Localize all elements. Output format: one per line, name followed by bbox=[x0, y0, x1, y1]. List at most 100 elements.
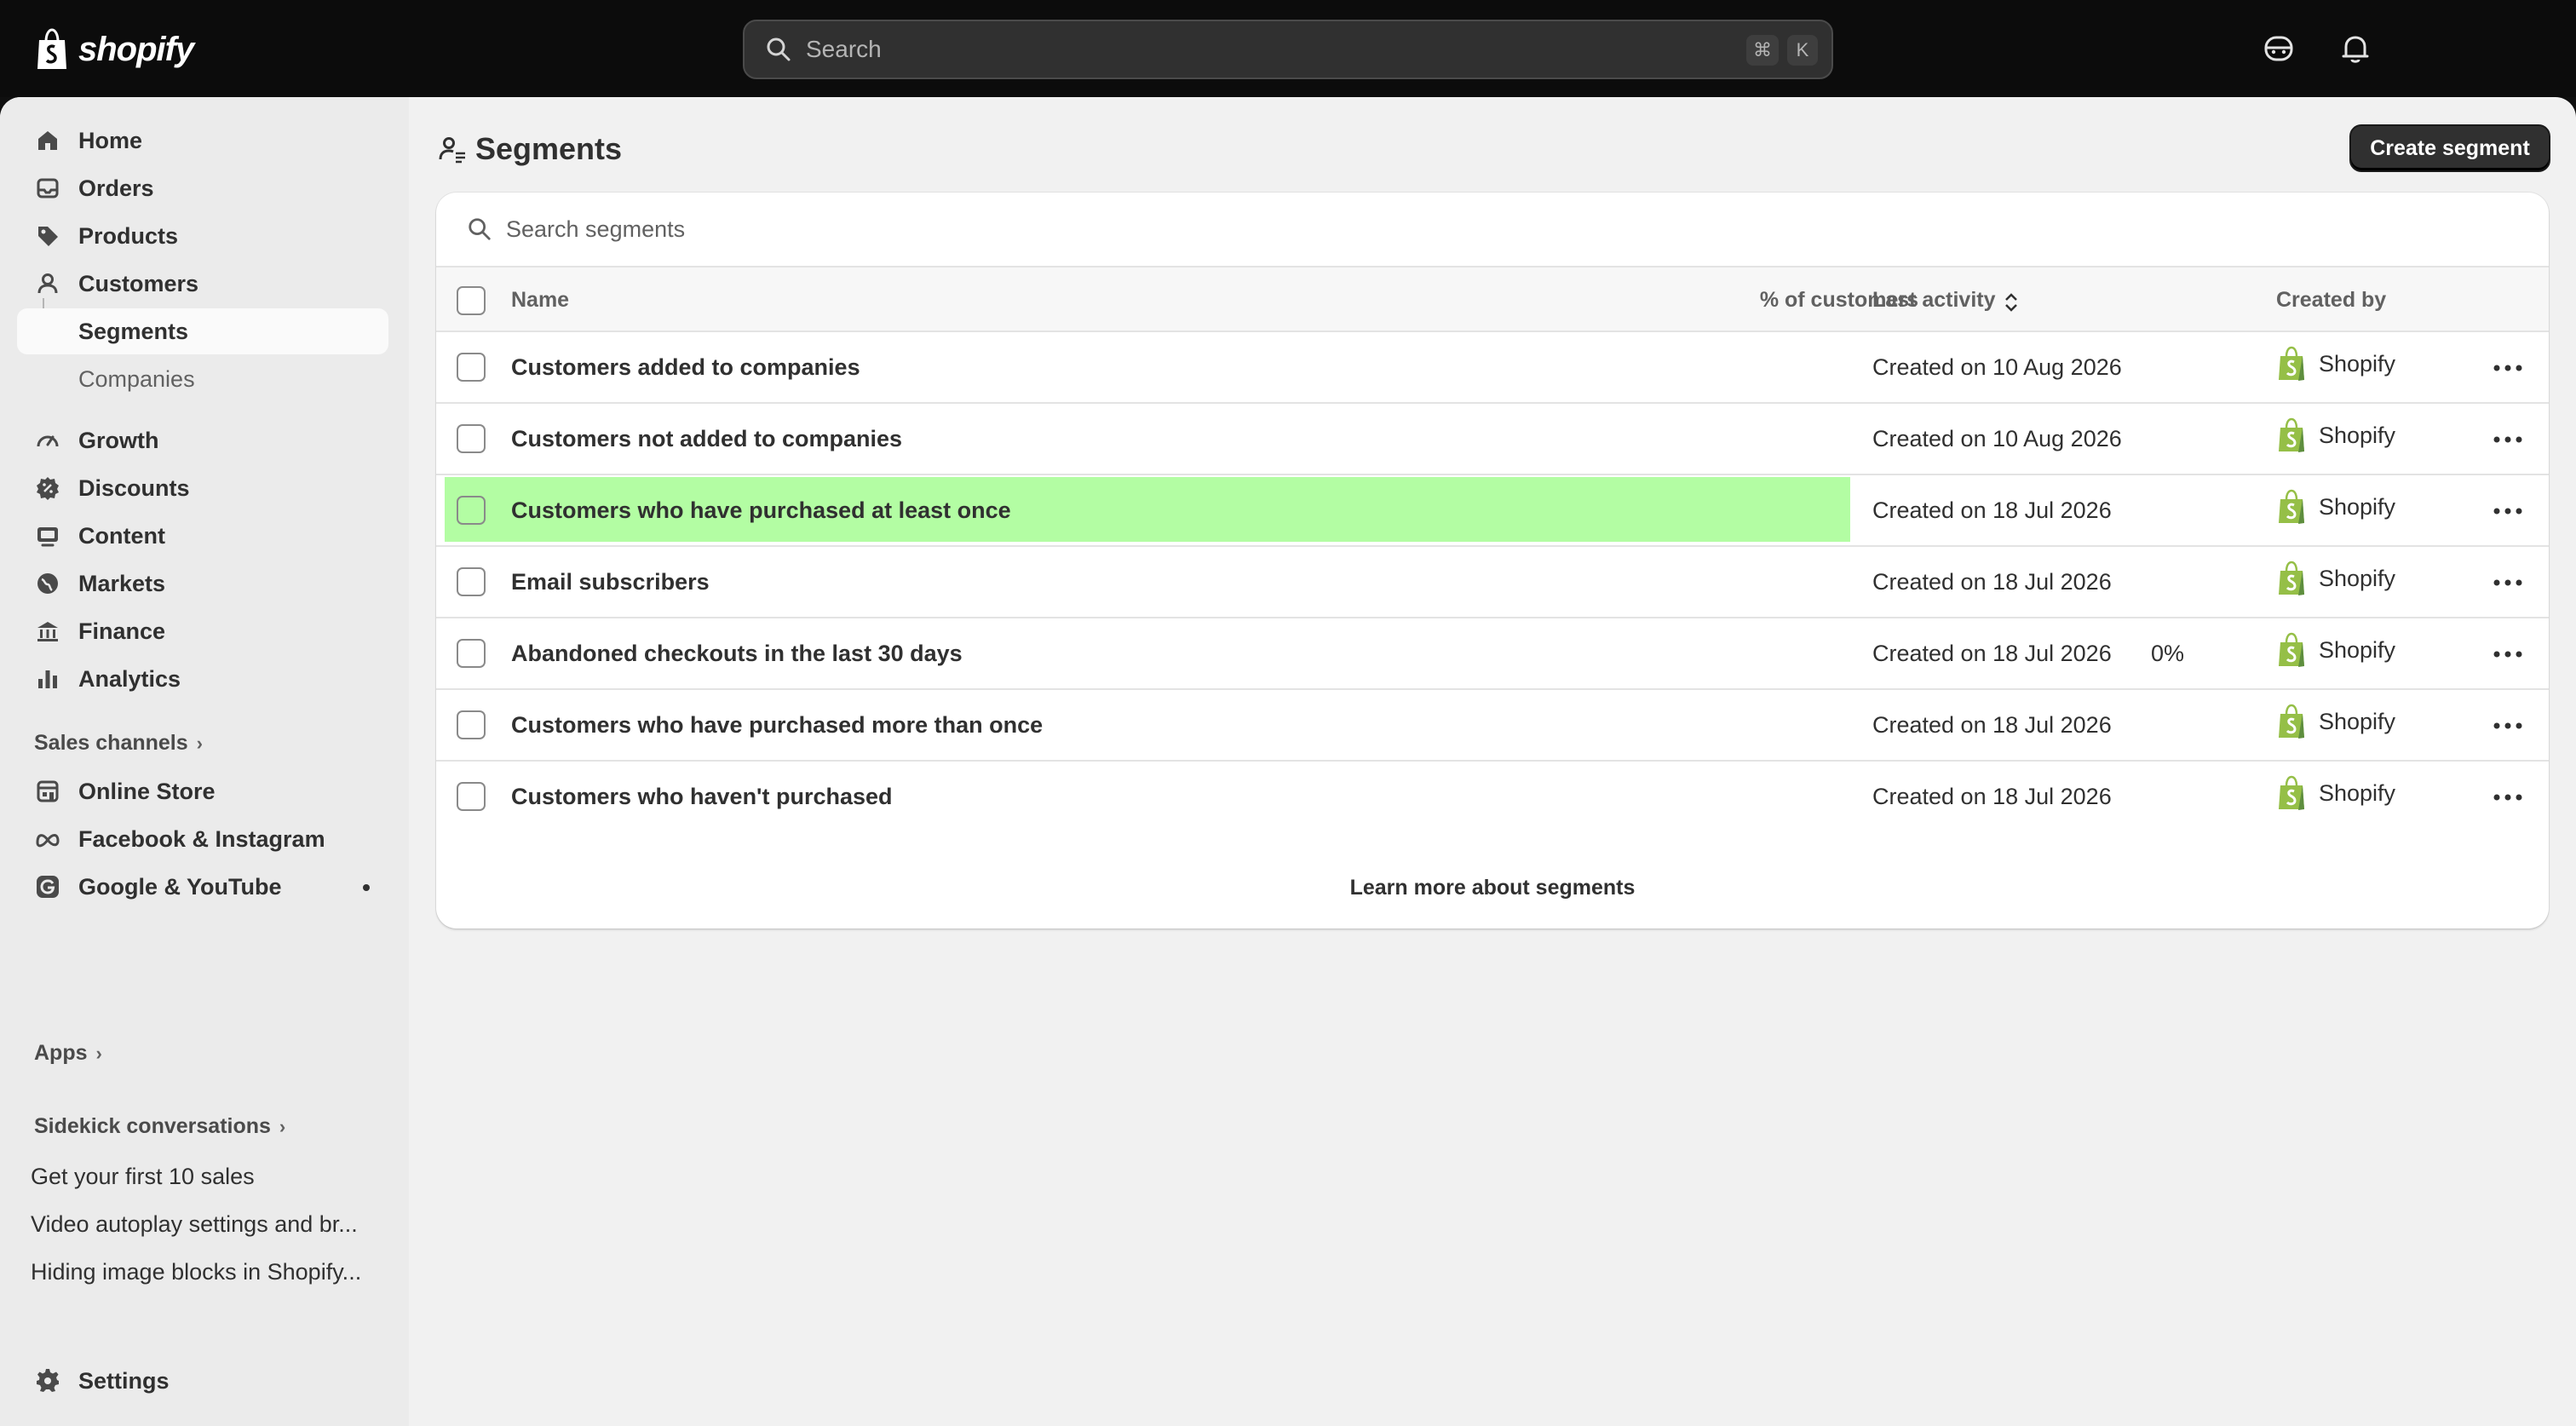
table-row[interactable]: Abandoned checkouts in the last 30 days … bbox=[436, 618, 2549, 690]
bank-icon bbox=[37, 622, 58, 641]
conversation-item[interactable]: Get your first 10 sales bbox=[31, 1164, 378, 1190]
nav-finance-label: Finance bbox=[78, 618, 166, 644]
table-row[interactable]: Customers who have purchased more than o… bbox=[436, 690, 2549, 762]
row-checkbox[interactable] bbox=[457, 424, 486, 453]
more-actions-icon[interactable] bbox=[2491, 637, 2525, 671]
row-checkbox[interactable] bbox=[457, 639, 486, 668]
nav-analytics[interactable]: Analytics bbox=[17, 656, 388, 702]
creator-label: Shopify bbox=[2319, 493, 2396, 520]
column-name[interactable]: Name bbox=[511, 288, 569, 313]
nav-orders[interactable]: Orders bbox=[17, 165, 388, 211]
shortcut-cmd-key: ⌘ bbox=[1746, 35, 1779, 66]
column-last-activity[interactable]: Last activity bbox=[1872, 288, 1996, 313]
segment-activity: Created on 10 Aug 2026 bbox=[1872, 426, 2122, 451]
row-checkbox[interactable] bbox=[457, 782, 486, 811]
nav-finance[interactable]: Finance bbox=[17, 608, 388, 654]
shopify-bag-icon bbox=[2279, 346, 2304, 381]
content-icon bbox=[37, 527, 58, 547]
global-search-placeholder: Search bbox=[806, 36, 882, 62]
segment-creator: Shopify bbox=[2276, 632, 2395, 668]
orders-icon bbox=[37, 178, 59, 198]
brand-name: shopify bbox=[78, 30, 194, 68]
nav-content[interactable]: Content bbox=[17, 513, 388, 559]
more-actions-icon[interactable] bbox=[2491, 351, 2525, 385]
create-segment-button[interactable]: Create segment bbox=[2349, 124, 2550, 172]
tag-icon bbox=[38, 227, 58, 246]
conversation-item[interactable]: Video autoplay settings and br... bbox=[31, 1211, 378, 1238]
sort-icon[interactable] bbox=[2002, 291, 2021, 313]
more-actions-icon[interactable] bbox=[2491, 709, 2525, 743]
segment-name[interactable]: Customers added to companies bbox=[511, 354, 860, 381]
segment-name[interactable]: Customers who haven't purchased bbox=[511, 784, 893, 810]
column-created-by[interactable]: Created by bbox=[2276, 288, 2386, 313]
table-row[interactable]: Customers who haven't purchased Created … bbox=[436, 762, 2549, 833]
app-frame: Home Orders Products Customers Segments … bbox=[0, 97, 2576, 1426]
global-search[interactable]: Search ⌘ K bbox=[743, 20, 1833, 79]
page-title: Segments bbox=[475, 131, 623, 166]
select-all-checkbox[interactable] bbox=[457, 286, 486, 315]
creator-label: Shopify bbox=[2319, 565, 2396, 591]
segment-activity: Created on 18 Jul 2026 bbox=[1872, 569, 2112, 595]
nav-customers[interactable]: Customers bbox=[17, 261, 388, 307]
shopify-bag-icon bbox=[37, 28, 66, 69]
nav-settings[interactable]: Settings bbox=[17, 1358, 388, 1404]
shopify-bag-icon bbox=[2279, 417, 2304, 452]
nav-markets-label: Markets bbox=[78, 570, 166, 596]
nav-segments[interactable]: Segments bbox=[17, 308, 388, 354]
nav-settings-label: Settings bbox=[78, 1367, 170, 1394]
channel-online-store[interactable]: Online Store bbox=[17, 768, 388, 814]
learn-more-link[interactable]: Learn more about segments bbox=[436, 876, 2549, 900]
table-row[interactable]: Email subscribers Created on 18 Jul 2026… bbox=[436, 547, 2549, 618]
more-actions-icon[interactable] bbox=[2491, 494, 2525, 528]
row-checkbox[interactable] bbox=[457, 710, 486, 739]
gear-icon bbox=[37, 1369, 59, 1392]
segment-name[interactable]: Customers not added to companies bbox=[511, 426, 902, 452]
nav-growth[interactable]: Growth bbox=[17, 417, 388, 463]
channel-google-youtube[interactable]: Google & YouTube bbox=[17, 864, 388, 910]
segment-name[interactable]: Abandoned checkouts in the last 30 days bbox=[511, 641, 963, 667]
segment-name[interactable]: Customers who have purchased more than o… bbox=[511, 712, 1043, 739]
apps-heading[interactable]: Apps › bbox=[34, 1041, 102, 1066]
nav-home-label: Home bbox=[78, 127, 143, 153]
home-icon bbox=[38, 131, 57, 150]
table-row[interactable]: Customers who have purchased at least on… bbox=[436, 475, 2549, 547]
sidekick-icon[interactable] bbox=[2261, 31, 2297, 66]
sales-channels-heading[interactable]: Sales channels › bbox=[34, 731, 203, 756]
segment-activity: Created on 18 Jul 2026 bbox=[1872, 641, 2112, 666]
nav-discounts[interactable]: Discounts bbox=[17, 465, 388, 511]
segments-search bbox=[436, 193, 2549, 267]
bar-chart-icon bbox=[38, 670, 57, 688]
conversation-item[interactable]: Hiding image blocks in Shopify... bbox=[31, 1259, 378, 1285]
person-icon bbox=[37, 273, 58, 294]
apps-label: Apps bbox=[34, 1041, 88, 1065]
shopify-logo[interactable]: shopify bbox=[34, 26, 194, 73]
more-actions-icon[interactable] bbox=[2491, 566, 2525, 600]
shortcut-k-key: K bbox=[1787, 35, 1818, 66]
nav-orders-label: Orders bbox=[78, 175, 154, 201]
nav-companies-label: Companies bbox=[78, 365, 195, 392]
nav-markets[interactable]: Markets bbox=[17, 561, 388, 607]
chevron-right-icon: › bbox=[279, 1115, 286, 1137]
sidekick-heading[interactable]: Sidekick conversations › bbox=[34, 1114, 285, 1139]
segments-search-input[interactable] bbox=[506, 216, 2465, 243]
segment-name[interactable]: Customers who have purchased at least on… bbox=[511, 497, 1011, 524]
row-checkbox[interactable] bbox=[457, 567, 486, 596]
table-row[interactable]: Customers added to companies Created on … bbox=[436, 332, 2549, 404]
row-checkbox[interactable] bbox=[457, 353, 486, 382]
shopify-bag-icon bbox=[2279, 632, 2304, 667]
row-checkbox[interactable] bbox=[457, 496, 486, 525]
bell-icon[interactable] bbox=[2337, 31, 2373, 66]
segment-creator: Shopify bbox=[2276, 561, 2395, 596]
creator-label: Shopify bbox=[2319, 636, 2396, 663]
nav-companies[interactable]: Companies bbox=[17, 356, 388, 402]
more-actions-icon[interactable] bbox=[2491, 423, 2525, 457]
nav-home[interactable]: Home bbox=[17, 118, 388, 164]
google-icon bbox=[37, 876, 59, 898]
more-actions-icon[interactable] bbox=[2491, 780, 2525, 814]
sidekick-label: Sidekick conversations bbox=[34, 1114, 271, 1138]
creator-label: Shopify bbox=[2319, 422, 2396, 448]
nav-products[interactable]: Products bbox=[17, 213, 388, 259]
channel-facebook-instagram[interactable]: Facebook & Instagram bbox=[17, 816, 388, 862]
table-row[interactable]: Customers not added to companies Created… bbox=[436, 404, 2549, 475]
segment-name[interactable]: Email subscribers bbox=[511, 569, 710, 595]
